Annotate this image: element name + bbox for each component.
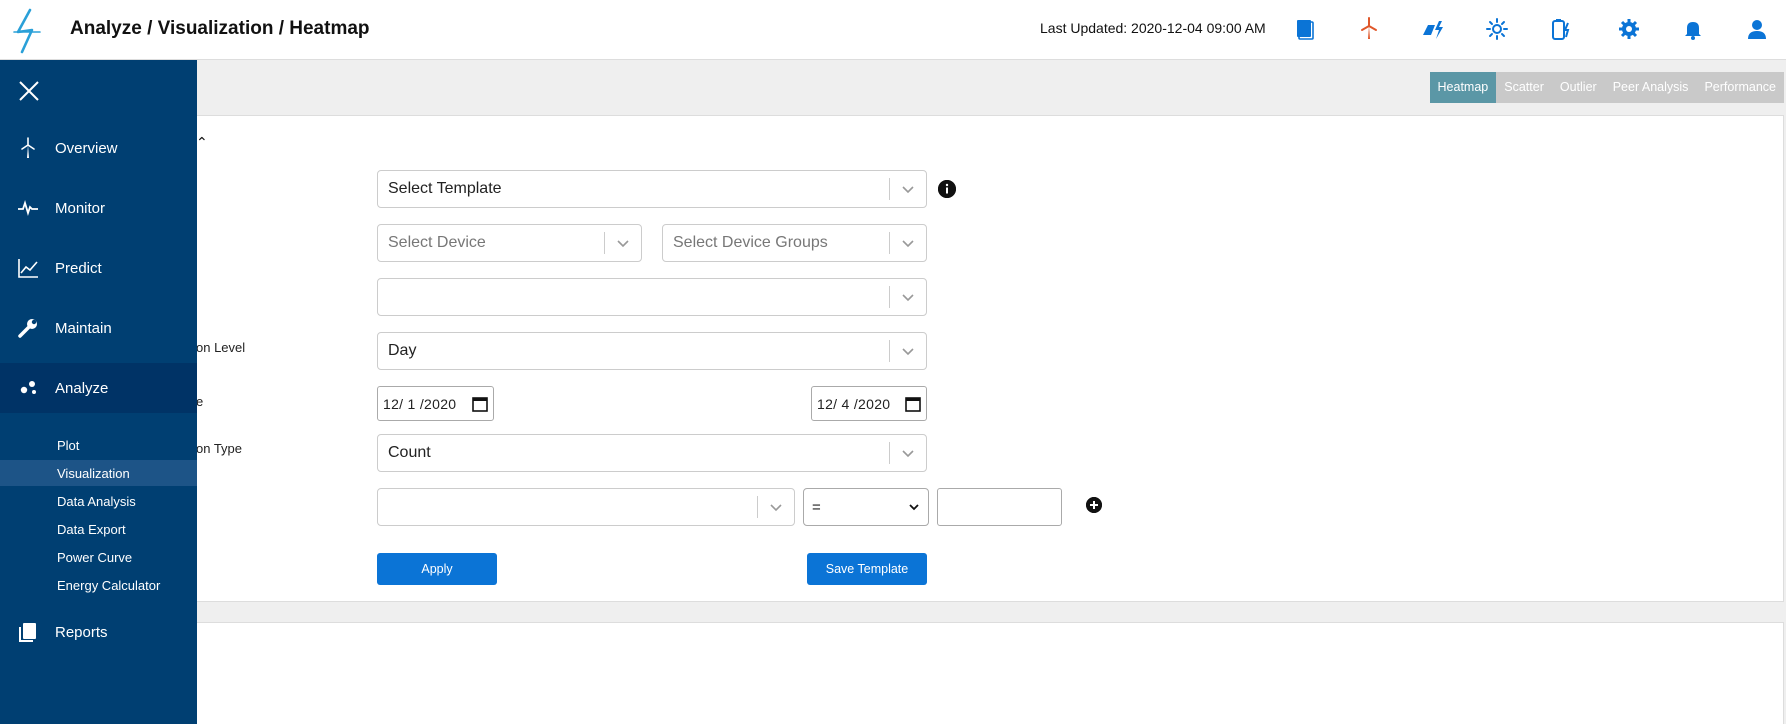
tab-bar: Heatmap Scatter Outlier Peer Analysis Pe… [0, 60, 1786, 112]
sidebar-subitem-data-analysis[interactable]: Data Analysis [0, 488, 197, 514]
wrench-icon [0, 317, 55, 339]
calculation-type-value: Count [388, 444, 431, 461]
start-date-input[interactable]: 12/ 1 /2020 [377, 386, 494, 421]
sidebar-item-label: Overview [55, 139, 118, 157]
add-filter-icon[interactable] [1086, 497, 1102, 513]
user-icon[interactable] [1742, 14, 1772, 44]
end-date-input[interactable]: 12/ 4 /2020 [811, 386, 927, 421]
calculation-type-label: on Type [196, 441, 243, 456]
tab-performance[interactable]: Performance [1696, 72, 1784, 103]
analyze-icon [0, 377, 55, 399]
book-icon[interactable] [1290, 14, 1320, 44]
sidebar-item-monitor[interactable]: Monitor [0, 183, 197, 233]
view-tabs: Heatmap Scatter Outlier Peer Analysis Pe… [1429, 72, 1784, 103]
aggregation-level-value: Day [388, 342, 417, 359]
app-logo-icon[interactable] [10, 8, 44, 54]
sidebar-subitem-data-export[interactable]: Data Export [0, 516, 197, 542]
filter-value-input[interactable] [937, 488, 1062, 526]
top-header: Analyze / Visualization / Heatmap Last U… [0, 0, 1786, 60]
sidebar-item-label: Monitor [55, 199, 106, 217]
save-template-button[interactable]: Save Template [807, 553, 927, 585]
gear-icon[interactable] [1614, 14, 1644, 44]
device-groups-select[interactable]: Select Device Groups [662, 224, 927, 262]
sidebar-item-predict[interactable]: Predict [0, 243, 197, 293]
reports-icon [0, 621, 55, 643]
device-groups-select-value: Select Device Groups [673, 234, 828, 251]
chevron-down-icon [890, 446, 926, 460]
line-chart-icon [0, 257, 55, 279]
sidebar-subitem-visualization[interactable]: Visualization [0, 460, 197, 486]
results-panel [0, 622, 1784, 724]
chevron-down-icon [890, 290, 926, 304]
sidebar-subitem-power-curve[interactable]: Power Curve [0, 544, 197, 570]
chevron-down-icon [909, 504, 919, 511]
device-select-value: Select Device [388, 234, 486, 251]
sidebar-subitem-plot[interactable]: Plot [0, 432, 197, 458]
parameter-select[interactable] [377, 278, 927, 316]
sidebar-item-label: Predict [55, 259, 102, 277]
template-select-value: Select Template [388, 180, 502, 197]
chevron-down-icon [890, 344, 926, 358]
sun-icon[interactable] [1482, 14, 1512, 44]
filter-parameter-select[interactable] [377, 488, 795, 526]
calculation-type-select[interactable]: Count [377, 434, 927, 472]
bell-icon[interactable] [1678, 14, 1708, 44]
pulse-icon [0, 197, 55, 219]
last-updated-text: Last Updated: 2020-12-04 09:00 AM [1040, 20, 1266, 36]
device-select[interactable]: Select Device [377, 224, 642, 262]
apply-button[interactable]: Apply [377, 553, 497, 585]
info-icon[interactable] [938, 180, 956, 198]
tab-peer-analysis[interactable]: Peer Analysis [1604, 72, 1697, 103]
solar-power-icon[interactable] [1418, 14, 1448, 44]
sidebar-item-maintain[interactable]: Maintain [0, 303, 197, 353]
aggregation-level-label: on Level [196, 340, 246, 355]
tab-outlier[interactable]: Outlier [1551, 72, 1605, 103]
sidebar-item-label: Maintain [55, 319, 112, 337]
sidebar-item-overview[interactable]: Overview [0, 123, 197, 173]
chevron-down-icon [890, 236, 926, 250]
sidebar-item-reports[interactable]: Reports [0, 607, 197, 657]
calendar-icon[interactable] [467, 395, 493, 413]
sidebar-item-label: Reports [55, 623, 108, 641]
operator-value: = [812, 498, 821, 516]
tab-scatter[interactable]: Scatter [1496, 72, 1552, 103]
start-date-value: 12/ 1 /2020 [383, 395, 457, 412]
breadcrumb: Analyze / Visualization / Heatmap [70, 18, 370, 39]
date-range-label: e [196, 394, 204, 409]
sidebar-item-label: Analyze [55, 379, 109, 397]
operator-select[interactable]: = [803, 488, 929, 526]
wind-turbine-icon[interactable] [1354, 14, 1384, 44]
sidebar-item-analyze[interactable]: Analyze [0, 363, 197, 413]
calendar-icon[interactable] [900, 395, 926, 413]
tab-heatmap[interactable]: Heatmap [1429, 72, 1497, 103]
chevron-down-icon [890, 182, 926, 196]
wind-turbine-icon [0, 137, 55, 159]
end-date-value: 12/ 4 /2020 [817, 395, 891, 412]
chevron-down-icon [758, 500, 794, 514]
sidebar-nav: Overview Monitor Predict Maintain Analyz… [0, 60, 197, 724]
aggregation-level-select[interactable]: Day [377, 332, 927, 370]
chevron-down-icon [605, 236, 641, 250]
battery-icon[interactable] [1546, 14, 1576, 44]
close-icon[interactable] [18, 80, 40, 102]
collapse-chevron-icon[interactable]: ⌃ [196, 134, 208, 151]
sidebar-subitem-energy-calculator[interactable]: Energy Calculator [0, 572, 197, 598]
template-select[interactable]: Select Template [377, 170, 927, 208]
